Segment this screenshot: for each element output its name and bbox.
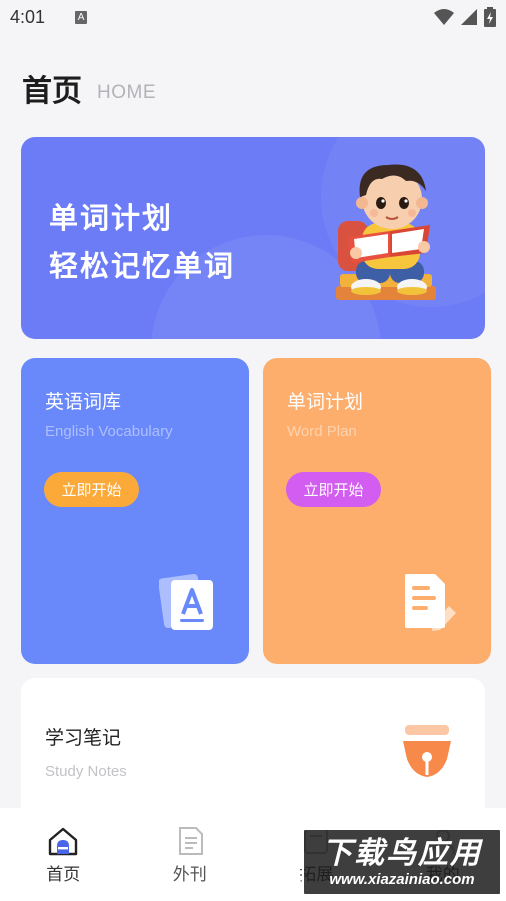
watermark-url: www.xiazainiao.com <box>329 870 475 888</box>
tab-home-label: 首页 <box>46 865 81 885</box>
vocabulary-card-subtitle: English Vocabulary <box>45 423 173 440</box>
tab-journals[interactable]: 外刊 <box>127 808 254 901</box>
status-time: 4:01 <box>10 6 46 27</box>
vocabulary-a-icon <box>159 573 213 630</box>
watermark-title: 下载鸟应用 <box>322 835 482 871</box>
word-plan-start-button[interactable]: 立即开始 <box>286 472 381 507</box>
page-subtitle: HOME <box>97 82 156 103</box>
study-notes-subtitle: Study Notes <box>45 763 127 780</box>
status-icons <box>434 7 496 27</box>
tab-journals-label: 外刊 <box>172 865 207 885</box>
vocabulary-card-title: 英语词库 <box>45 391 122 413</box>
word-plan-card-title: 单词计划 <box>287 391 364 413</box>
word-plan-card[interactable]: 单词计划 Word Plan 立即开始 <box>263 358 491 664</box>
vocabulary-card[interactable]: 英语词库 English Vocabulary 立即开始 <box>21 358 249 664</box>
banner-tagline: 轻松记忆单词 <box>49 249 236 283</box>
status-bar: 4:01 A <box>0 0 506 34</box>
banner-headline: 单词计划 <box>49 201 174 235</box>
a-icon: A <box>75 10 88 24</box>
wifi-icon <box>434 9 454 25</box>
boy-reading-illustration <box>336 164 436 300</box>
signal-icon <box>461 9 477 25</box>
page-title: 首页 <box>22 74 82 109</box>
battery-icon <box>484 7 496 27</box>
word-plan-banner[interactable]: 单词计划 轻松记忆单词 <box>21 137 485 339</box>
pen-nib-icon <box>403 725 451 777</box>
tab-home[interactable]: 首页 <box>0 808 127 901</box>
document-edit-icon <box>405 574 456 631</box>
word-plan-card-subtitle: Word Plan <box>287 423 357 440</box>
vocabulary-start-button[interactable]: 立即开始 <box>44 472 139 507</box>
watermark: 下载鸟应用 www.xiazainiao.com <box>302 828 502 896</box>
document-icon <box>178 827 203 855</box>
study-notes-title: 学习笔记 <box>45 727 122 749</box>
home-icon <box>49 827 78 856</box>
